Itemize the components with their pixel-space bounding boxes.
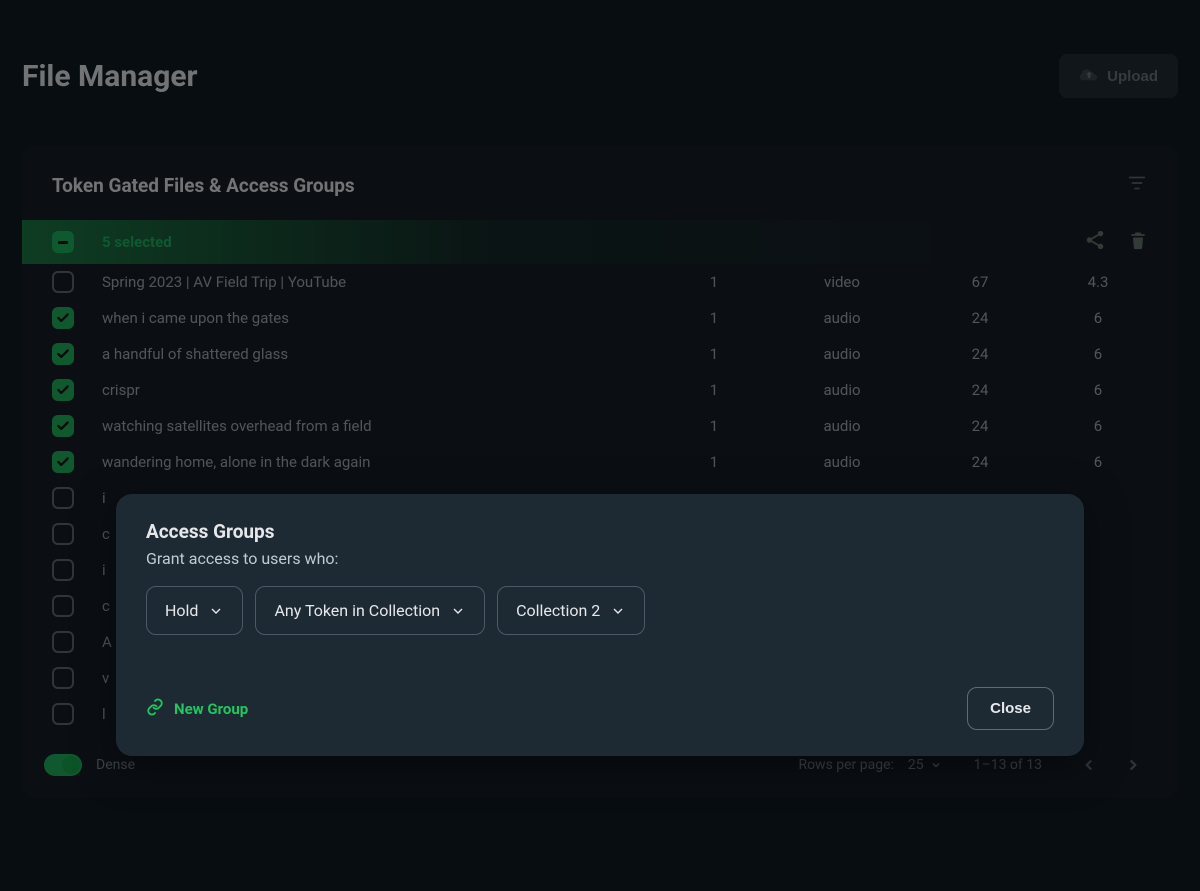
condition-scope-select[interactable]: Any Token in Collection [255, 586, 485, 635]
new-group-label: New Group [174, 700, 248, 718]
link-icon [146, 698, 164, 720]
condition-collection-value: Collection 2 [516, 601, 600, 620]
condition-verb-select[interactable]: Hold [146, 586, 243, 635]
modal-backdrop[interactable] [0, 0, 1200, 891]
new-group-button[interactable]: New Group [146, 698, 248, 720]
condition-verb-value: Hold [165, 601, 198, 620]
dialog-title: Access Groups [146, 520, 1054, 543]
chevron-down-icon [208, 603, 224, 619]
condition-collection-select[interactable]: Collection 2 [497, 586, 645, 635]
condition-scope-value: Any Token in Collection [274, 601, 440, 620]
close-button[interactable]: Close [967, 687, 1054, 730]
access-groups-dialog: Access Groups Grant access to users who:… [116, 494, 1084, 756]
chevron-down-icon [450, 603, 466, 619]
chevron-down-icon [610, 603, 626, 619]
dialog-subtitle: Grant access to users who: [146, 549, 1054, 568]
